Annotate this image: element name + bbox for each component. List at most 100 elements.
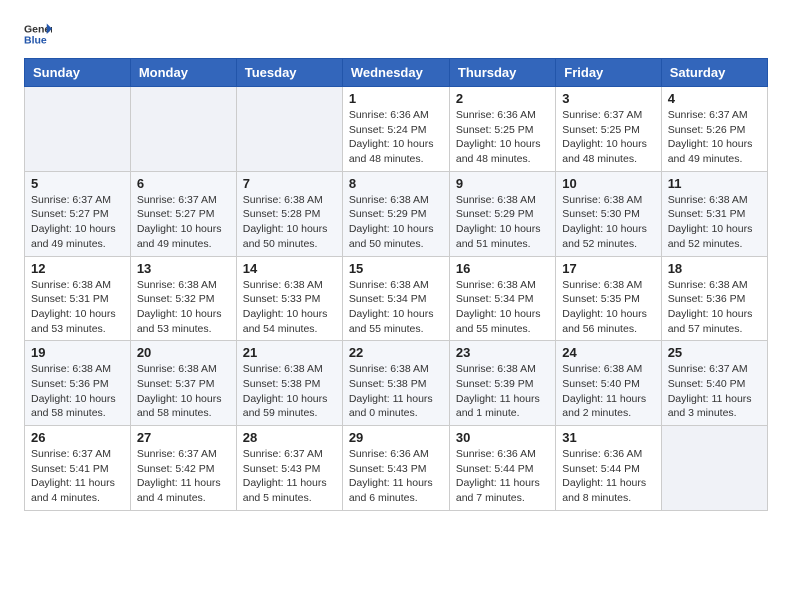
- weekday-header-monday: Monday: [130, 59, 236, 87]
- day-info: Sunrise: 6:38 AMSunset: 5:28 PMDaylight:…: [243, 193, 336, 252]
- day-number: 4: [668, 91, 761, 106]
- day-cell: 24 Sunrise: 6:38 AMSunset: 5:40 PMDayligh…: [556, 341, 661, 426]
- day-cell: 18Sunrise: 6:38 AMSunset: 5:36 PMDayligh…: [661, 256, 767, 341]
- day-number: 1: [349, 91, 443, 106]
- day-info: Sunrise: 6:37 AMSunset: 5:41 PMDaylight:…: [31, 447, 124, 506]
- day-number: 17: [562, 261, 654, 276]
- day-cell: 17 Sunrise: 6:38 AMSunset: 5:35 PMDayligh…: [556, 256, 661, 341]
- weekday-header-thursday: Thursday: [449, 59, 555, 87]
- day-number: 25: [668, 345, 761, 360]
- day-cell: 11 Sunrise: 6:38 AMSunset: 5:31 PMDayligh…: [661, 171, 767, 256]
- day-cell: 15 Sunrise: 6:38 AMSunset: 5:34 PMDayligh…: [342, 256, 449, 341]
- day-info: Sunrise: 6:36 AMSunset: 5:43 PMDaylight:…: [349, 447, 443, 506]
- day-number: 28: [243, 430, 336, 445]
- week-row-1: 1 Sunrise: 6:36 AMSunset: 5:24 PMDaylight…: [25, 87, 768, 172]
- day-info: Sunrise: 6:38 AMSunset: 5:29 PMDaylight:…: [349, 193, 443, 252]
- day-number: 26: [31, 430, 124, 445]
- day-cell: [236, 87, 342, 172]
- day-info: Sunrise: 6:38 AMSunset: 5:36 PMDaylight:…: [668, 278, 761, 337]
- page: General Blue SundayMondayTuesdayWednesda…: [0, 0, 792, 531]
- day-info: Sunrise: 6:37 AMSunset: 5:27 PMDaylight:…: [137, 193, 230, 252]
- day-info: Sunrise: 6:37 AMSunset: 5:25 PMDaylight:…: [562, 108, 654, 167]
- day-cell: 29 Sunrise: 6:36 AMSunset: 5:43 PMDayligh…: [342, 426, 449, 511]
- day-info: Sunrise: 6:37 AMSunset: 5:40 PMDaylight:…: [668, 362, 761, 421]
- weekday-header-sunday: Sunday: [25, 59, 131, 87]
- day-number: 10: [562, 176, 654, 191]
- day-info: Sunrise: 6:36 AMSunset: 5:25 PMDaylight:…: [456, 108, 549, 167]
- day-cell: 27Sunrise: 6:37 AMSunset: 5:42 PMDayligh…: [130, 426, 236, 511]
- day-cell: 7 Sunrise: 6:38 AMSunset: 5:28 PMDaylight…: [236, 171, 342, 256]
- calendar-table: SundayMondayTuesdayWednesdayThursdayFrid…: [24, 58, 768, 511]
- day-number: 22: [349, 345, 443, 360]
- day-info: Sunrise: 6:38 AMSunset: 5:36 PMDaylight:…: [31, 362, 124, 421]
- day-cell: 30Sunrise: 6:36 AMSunset: 5:44 PMDayligh…: [449, 426, 555, 511]
- day-cell: 26 Sunrise: 6:37 AMSunset: 5:41 PMDayligh…: [25, 426, 131, 511]
- day-cell: 31 Sunrise: 6:36 AMSunset: 5:44 PMDayligh…: [556, 426, 661, 511]
- day-number: 21: [243, 345, 336, 360]
- day-info: Sunrise: 6:38 AMSunset: 5:38 PMDaylight:…: [349, 362, 443, 421]
- day-info: Sunrise: 6:38 AMSunset: 5:34 PMDaylight:…: [349, 278, 443, 337]
- day-cell: 1 Sunrise: 6:36 AMSunset: 5:24 PMDaylight…: [342, 87, 449, 172]
- day-info: Sunrise: 6:38 AMSunset: 5:35 PMDaylight:…: [562, 278, 654, 337]
- day-info: Sunrise: 6:38 AMSunset: 5:39 PMDaylight:…: [456, 362, 549, 421]
- logo: General Blue: [24, 20, 52, 48]
- day-number: 9: [456, 176, 549, 191]
- day-info: Sunrise: 6:36 AMSunset: 5:44 PMDaylight:…: [456, 447, 549, 506]
- week-row-3: 12 Sunrise: 6:38 AMSunset: 5:31 PMDayligh…: [25, 256, 768, 341]
- day-info: Sunrise: 6:36 AMSunset: 5:24 PMDaylight:…: [349, 108, 443, 167]
- day-number: 15: [349, 261, 443, 276]
- day-number: 2: [456, 91, 549, 106]
- day-info: Sunrise: 6:38 AMSunset: 5:30 PMDaylight:…: [562, 193, 654, 252]
- day-number: 5: [31, 176, 124, 191]
- day-info: Sunrise: 6:38 AMSunset: 5:38 PMDaylight:…: [243, 362, 336, 421]
- day-info: Sunrise: 6:38 AMSunset: 5:31 PMDaylight:…: [668, 193, 761, 252]
- day-cell: [661, 426, 767, 511]
- day-cell: 28 Sunrise: 6:37 AMSunset: 5:43 PMDayligh…: [236, 426, 342, 511]
- day-info: Sunrise: 6:38 AMSunset: 5:37 PMDaylight:…: [137, 362, 230, 421]
- day-number: 23: [456, 345, 549, 360]
- weekday-header-wednesday: Wednesday: [342, 59, 449, 87]
- day-number: 14: [243, 261, 336, 276]
- day-cell: 14 Sunrise: 6:38 AMSunset: 5:33 PMDayligh…: [236, 256, 342, 341]
- weekday-header-friday: Friday: [556, 59, 661, 87]
- day-cell: 5 Sunrise: 6:37 AMSunset: 5:27 PMDaylight…: [25, 171, 131, 256]
- day-cell: [130, 87, 236, 172]
- day-cell: 21 Sunrise: 6:38 AMSunset: 5:38 PMDayligh…: [236, 341, 342, 426]
- day-info: Sunrise: 6:38 AMSunset: 5:31 PMDaylight:…: [31, 278, 124, 337]
- day-cell: 6 Sunrise: 6:37 AMSunset: 5:27 PMDaylight…: [130, 171, 236, 256]
- week-row-5: 26 Sunrise: 6:37 AMSunset: 5:41 PMDayligh…: [25, 426, 768, 511]
- day-number: 13: [137, 261, 230, 276]
- day-info: Sunrise: 6:36 AMSunset: 5:44 PMDaylight:…: [562, 447, 654, 506]
- day-info: Sunrise: 6:37 AMSunset: 5:27 PMDaylight:…: [31, 193, 124, 252]
- day-cell: 12 Sunrise: 6:38 AMSunset: 5:31 PMDayligh…: [25, 256, 131, 341]
- day-info: Sunrise: 6:38 AMSunset: 5:40 PMDaylight:…: [562, 362, 654, 421]
- svg-text:Blue: Blue: [24, 35, 47, 47]
- day-number: 27: [137, 430, 230, 445]
- day-info: Sunrise: 6:38 AMSunset: 5:33 PMDaylight:…: [243, 278, 336, 337]
- day-info: Sunrise: 6:38 AMSunset: 5:32 PMDaylight:…: [137, 278, 230, 337]
- day-number: 8: [349, 176, 443, 191]
- generalblue-logo-icon: General Blue: [24, 20, 52, 48]
- day-cell: 22 Sunrise: 6:38 AMSunset: 5:38 PMDayligh…: [342, 341, 449, 426]
- day-cell: 2 Sunrise: 6:36 AMSunset: 5:25 PMDaylight…: [449, 87, 555, 172]
- day-number: 12: [31, 261, 124, 276]
- day-info: Sunrise: 6:38 AMSunset: 5:29 PMDaylight:…: [456, 193, 549, 252]
- day-number: 24: [562, 345, 654, 360]
- day-cell: 3 Sunrise: 6:37 AMSunset: 5:25 PMDaylight…: [556, 87, 661, 172]
- day-cell: 19 Sunrise: 6:38 AMSunset: 5:36 PMDayligh…: [25, 341, 131, 426]
- day-number: 31: [562, 430, 654, 445]
- day-info: Sunrise: 6:38 AMSunset: 5:34 PMDaylight:…: [456, 278, 549, 337]
- day-number: 11: [668, 176, 761, 191]
- day-number: 7: [243, 176, 336, 191]
- day-cell: 16Sunrise: 6:38 AMSunset: 5:34 PMDayligh…: [449, 256, 555, 341]
- day-number: 19: [31, 345, 124, 360]
- day-cell: 10 Sunrise: 6:38 AMSunset: 5:30 PMDayligh…: [556, 171, 661, 256]
- day-number: 29: [349, 430, 443, 445]
- day-number: 6: [137, 176, 230, 191]
- day-cell: 9 Sunrise: 6:38 AMSunset: 5:29 PMDaylight…: [449, 171, 555, 256]
- day-number: 3: [562, 91, 654, 106]
- week-row-4: 19 Sunrise: 6:38 AMSunset: 5:36 PMDayligh…: [25, 341, 768, 426]
- day-info: Sunrise: 6:37 AMSunset: 5:43 PMDaylight:…: [243, 447, 336, 506]
- day-cell: 20Sunrise: 6:38 AMSunset: 5:37 PMDayligh…: [130, 341, 236, 426]
- day-cell: 13 Sunrise: 6:38 AMSunset: 5:32 PMDayligh…: [130, 256, 236, 341]
